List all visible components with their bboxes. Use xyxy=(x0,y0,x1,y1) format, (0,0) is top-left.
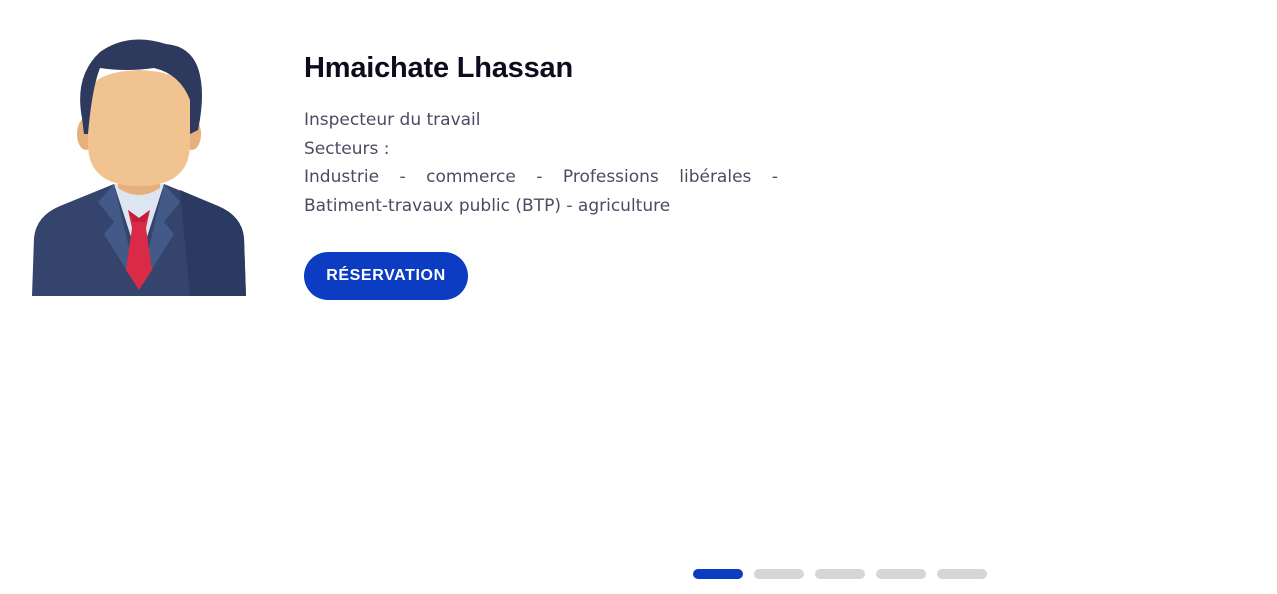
sector-word: libérales xyxy=(679,167,752,187)
carousel-dot-1[interactable] xyxy=(693,569,743,579)
sector-separator: - xyxy=(536,167,543,187)
carousel-dot-2[interactable] xyxy=(754,569,804,579)
sector-word: commerce xyxy=(426,167,516,187)
profile-description: Inspecteur du travail Secteurs : Industr… xyxy=(304,106,778,220)
profile-role: Inspecteur du travail xyxy=(304,110,481,130)
profile-name: Hmaichate Lhassan xyxy=(304,52,573,84)
sector-separator: - xyxy=(399,167,406,187)
carousel-dot-4[interactable] xyxy=(876,569,926,579)
sector-separator: - xyxy=(771,167,778,187)
profile-slide: Hmaichate Lhassan Inspecteur du travail … xyxy=(0,0,1277,594)
businessman-avatar-icon xyxy=(30,38,248,296)
carousel-dot-3[interactable] xyxy=(815,569,865,579)
profile-info: Hmaichate Lhassan Inspecteur du travail … xyxy=(304,46,778,220)
sector-word: Professions xyxy=(562,167,659,187)
sectors-label: Secteurs : xyxy=(304,138,390,159)
sectors-line-1: Industrie - commerce - Professions libér… xyxy=(304,163,778,192)
carousel-pagination xyxy=(693,569,987,579)
sector-word: Industrie xyxy=(304,167,380,187)
reservation-button[interactable]: RÉSERVATION xyxy=(304,252,468,300)
sectors-line-2: Batiment-travaux public (BTP) - agricult… xyxy=(304,195,671,216)
carousel-dot-5[interactable] xyxy=(937,569,987,579)
